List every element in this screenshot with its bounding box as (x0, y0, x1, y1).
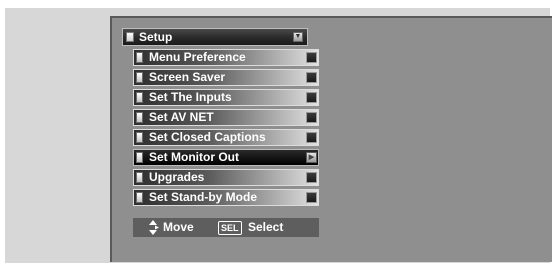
updown-arrows-icon (149, 220, 159, 235)
item-notch-icon (136, 132, 143, 143)
item-end-cap-icon (306, 92, 317, 103)
menu-item-upgrades[interactable]: Upgrades (133, 169, 319, 186)
sel-key-icon: SEL (218, 221, 242, 235)
item-end-cap-icon (306, 172, 317, 183)
item-notch-icon (136, 172, 143, 183)
menu-item-set-stand-by-mode[interactable]: Set Stand-by Mode (133, 189, 319, 206)
item-end-cap-icon (306, 72, 317, 83)
menu-item-label: Upgrades (149, 170, 205, 184)
item-end-cap-icon (306, 192, 317, 203)
menu-item-label: Set Stand-by Mode (149, 190, 258, 204)
setup-title-bar[interactable]: Setup ▼ (122, 28, 308, 46)
item-notch-icon (136, 192, 143, 203)
title-notch-icon (126, 32, 134, 42)
down-triangle-icon: ▼ (293, 32, 303, 42)
menu-item-set-monitor-out[interactable]: Set Monitor Out ▶ (133, 149, 319, 166)
page: Setup ▼ Menu Preference Screen Saver Set… (0, 0, 553, 271)
help-bar: Move SEL Select (133, 218, 319, 237)
item-notch-icon (136, 52, 143, 63)
menu-item-label: Menu Preference (149, 50, 246, 64)
item-notch-icon (136, 112, 143, 123)
item-end-cap-icon (306, 112, 317, 123)
menu-item-set-av-net[interactable]: Set AV NET (133, 109, 319, 126)
item-end-cap-icon (306, 52, 317, 63)
item-notch-icon (136, 92, 143, 103)
menu-item-label: Set Closed Captions (149, 130, 266, 144)
menu-title: Setup (139, 30, 173, 44)
menu-item-set-the-inputs[interactable]: Set The Inputs (133, 89, 319, 106)
menu-item-set-closed-captions[interactable]: Set Closed Captions (133, 129, 319, 146)
menu-item-label: Set The Inputs (149, 90, 232, 104)
move-hint-label: Move (163, 220, 194, 234)
menu-item-screen-saver[interactable]: Screen Saver (133, 69, 319, 86)
setup-menu: Menu Preference Screen Saver Set The Inp… (133, 49, 319, 209)
menu-item-label: Screen Saver (149, 70, 226, 84)
menu-item-menu-preference[interactable]: Menu Preference (133, 49, 319, 66)
select-hint-label: Select (248, 220, 284, 234)
menu-item-label: Set Monitor Out (149, 150, 239, 164)
item-notch-icon (136, 72, 143, 83)
item-notch-icon (136, 152, 143, 163)
item-end-cap-icon (306, 132, 317, 143)
right-triangle-icon: ▶ (306, 152, 317, 163)
menu-item-label: Set AV NET (149, 110, 214, 124)
